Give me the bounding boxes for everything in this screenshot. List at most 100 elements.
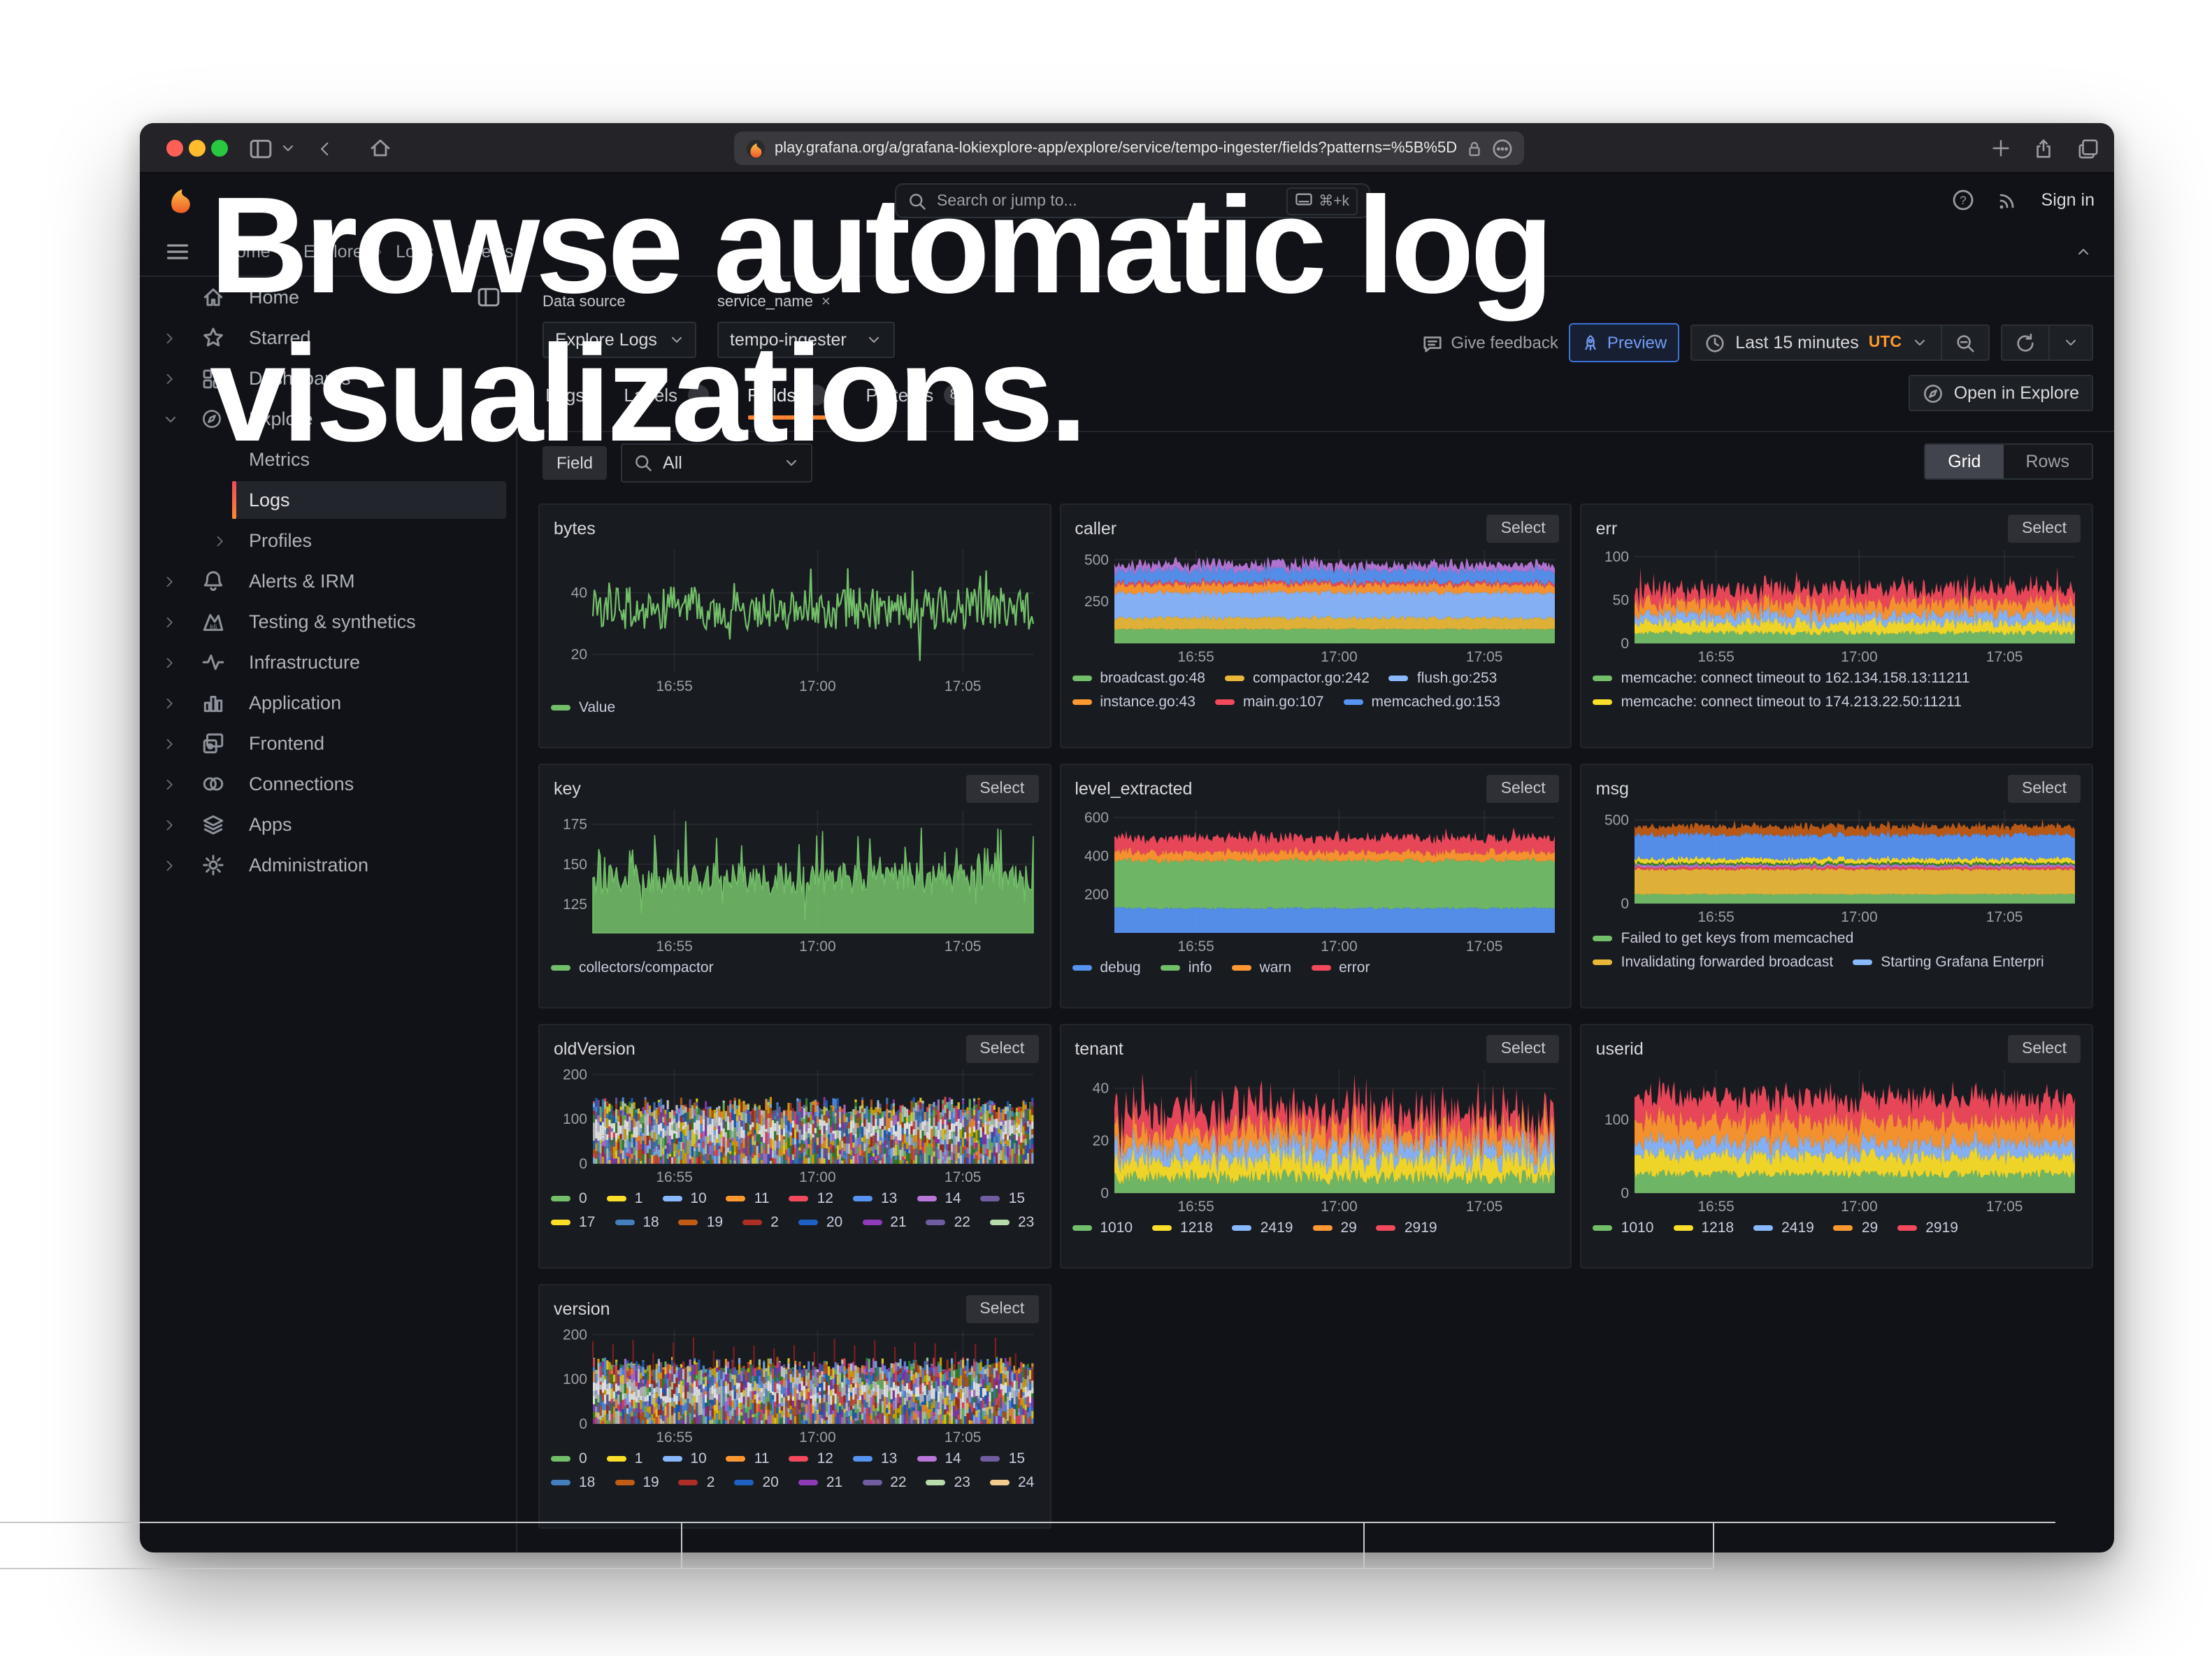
panel-select-button[interactable]: Select: [965, 1295, 1038, 1323]
legend-item[interactable]: 1010: [1072, 1220, 1133, 1236]
legend-item[interactable]: 29: [1834, 1220, 1878, 1236]
legend-item[interactable]: 19: [615, 1474, 659, 1491]
panel-chart[interactable]: 60040020016:5517:0017:05: [1072, 804, 1559, 955]
legend-item[interactable]: 21: [798, 1474, 842, 1491]
legend-item[interactable]: 1010: [1593, 1220, 1654, 1236]
legend-item[interactable]: main.go:107: [1215, 694, 1324, 711]
legend-item[interactable]: instance.go:43: [1072, 694, 1195, 711]
chevron-down-icon[interactable]: [162, 411, 179, 427]
sidebar-item-alerts-irm[interactable]: Alerts & IRM: [140, 561, 517, 601]
sidebar-item-frontend[interactable]: Frontend: [140, 723, 517, 764]
grafana-logo[interactable]: [165, 185, 196, 213]
sidebar-item-logs[interactable]: Logs: [140, 480, 517, 520]
sidebar-toggle-icon[interactable]: [249, 134, 273, 162]
refresh-button[interactable]: [2001, 324, 2050, 361]
chevron-right-icon[interactable]: [162, 777, 179, 791]
panel-chart[interactable]: 200100016:5517:0017:05: [551, 1325, 1038, 1446]
close-window-button[interactable]: [166, 140, 183, 157]
legend-item[interactable]: Value: [551, 699, 615, 716]
legend-item[interactable]: 23: [926, 1474, 970, 1491]
legend-item[interactable]: flush.go:253: [1389, 670, 1497, 687]
legend-item[interactable]: 20: [734, 1474, 778, 1491]
legend-item[interactable]: 11: [726, 1450, 770, 1467]
legend-item[interactable]: 2919: [1897, 1220, 1958, 1236]
legend-item[interactable]: 24: [990, 1474, 1034, 1491]
panel-chart[interactable]: 500016:5517:0017:05: [1593, 804, 2081, 926]
legend-item[interactable]: 13: [853, 1190, 897, 1207]
panel-select-button[interactable]: Select: [1487, 515, 1560, 543]
chevron-right-icon[interactable]: [162, 371, 179, 385]
panel-chart[interactable]: 4020016:5517:0017:05: [1072, 1064, 1559, 1215]
grid-view-button[interactable]: Grid: [1925, 445, 2003, 478]
legend-item[interactable]: 22: [862, 1474, 906, 1491]
panel-select-button[interactable]: Select: [1487, 1035, 1560, 1063]
sign-in-link[interactable]: Sign in: [2041, 190, 2095, 210]
legend-item[interactable]: warn: [1232, 959, 1292, 976]
minimize-window-button[interactable]: [189, 140, 206, 157]
sidebar-item-infrastructure[interactable]: Infrastructure: [140, 642, 517, 683]
legend-item[interactable]: 23: [990, 1214, 1034, 1231]
chevron-right-icon[interactable]: [162, 858, 179, 872]
legend-item[interactable]: Starting Grafana Enterpri: [1853, 954, 2044, 971]
legend-item[interactable]: 0: [551, 1450, 587, 1467]
sidebar-item-connections[interactable]: Connections: [140, 764, 517, 804]
sidebar-item-profiles[interactable]: Profiles: [140, 520, 517, 561]
legend-item[interactable]: Invalidating forwarded broadcast: [1593, 954, 1834, 971]
legend-item[interactable]: 1218: [1152, 1220, 1213, 1236]
panel-select-button[interactable]: Select: [965, 775, 1038, 803]
legend-item[interactable]: memcached.go:153: [1344, 694, 1500, 711]
legend-item[interactable]: 17: [551, 1214, 595, 1231]
time-range-picker[interactable]: Last 15 minutes UTC: [1690, 324, 1942, 361]
legend-item[interactable]: error: [1311, 959, 1370, 976]
sidebar-item-apps[interactable]: Apps: [140, 804, 517, 845]
legend-item[interactable]: 2419: [1233, 1220, 1293, 1236]
panel-select-button[interactable]: Select: [1487, 775, 1560, 803]
browser-home-icon[interactable]: [369, 134, 392, 162]
panel-chart[interactable]: 50025016:5517:0017:05: [1072, 544, 1559, 666]
legend-item[interactable]: 20: [798, 1214, 842, 1231]
legend-item[interactable]: 1: [607, 1450, 643, 1467]
chevron-right-icon[interactable]: [162, 736, 179, 750]
legend-item[interactable]: 1: [607, 1190, 643, 1207]
panel-chart[interactable]: 200100016:5517:0017:05: [551, 1064, 1038, 1186]
legend-item[interactable]: 22: [926, 1214, 970, 1231]
legend-item[interactable]: 2: [679, 1474, 715, 1491]
panel-select-button[interactable]: Select: [2008, 775, 2081, 803]
panel-chart[interactable]: 402016:5517:0017:05: [551, 544, 1038, 695]
zoom-out-time-button[interactable]: [1942, 324, 1990, 361]
sidebar-item-testing-synthetics[interactable]: k6Testing & synthetics: [140, 601, 517, 642]
tab-overview-icon[interactable]: [2078, 134, 2099, 162]
legend-item[interactable]: 10: [662, 1450, 706, 1467]
panel-select-button[interactable]: Select: [2008, 515, 2081, 543]
help-icon[interactable]: ?: [1952, 186, 1974, 214]
legend-item[interactable]: Failed to get keys from memcached: [1593, 930, 1854, 947]
legend-item[interactable]: debug: [1072, 959, 1140, 976]
legend-item[interactable]: 2419: [1753, 1220, 1814, 1236]
rows-view-button[interactable]: Rows: [2003, 445, 2092, 478]
chevron-right-icon[interactable]: [162, 696, 179, 710]
collapse-header-icon[interactable]: [2075, 238, 2092, 266]
mega-menu-icon[interactable]: [165, 238, 190, 266]
sidebar-item-administration[interactable]: Administration: [140, 845, 517, 885]
legend-item[interactable]: info: [1161, 959, 1212, 976]
legend-item[interactable]: compactor.go:242: [1225, 670, 1370, 687]
legend-item[interactable]: 18: [551, 1474, 595, 1491]
panel-chart[interactable]: 17515012516:5517:0017:05: [551, 804, 1038, 955]
back-icon[interactable]: [316, 134, 334, 162]
legend-item[interactable]: 15: [981, 1190, 1025, 1207]
preview-badge[interactable]: Preview: [1570, 323, 1679, 362]
url-bar[interactable]: play.grafana.org/a/grafana-lokiexplore-a…: [734, 131, 1524, 165]
chevron-right-icon[interactable]: [162, 818, 179, 831]
chevron-right-icon[interactable]: [213, 534, 229, 548]
legend-item[interactable]: 18: [615, 1214, 659, 1231]
new-tab-icon[interactable]: [1991, 134, 2011, 162]
legend-item[interactable]: 2919: [1377, 1220, 1437, 1236]
news-rss-icon[interactable]: [1997, 186, 2019, 214]
legend-item[interactable]: 12: [789, 1450, 833, 1467]
open-in-explore-button[interactable]: Open in Explore: [1909, 375, 2093, 411]
legend-item[interactable]: 13: [853, 1450, 897, 1467]
legend-item[interactable]: 14: [917, 1450, 961, 1467]
more-options-icon[interactable]: [1492, 134, 1513, 162]
legend-item[interactable]: 0: [551, 1190, 587, 1207]
chevron-right-icon[interactable]: [162, 574, 179, 588]
